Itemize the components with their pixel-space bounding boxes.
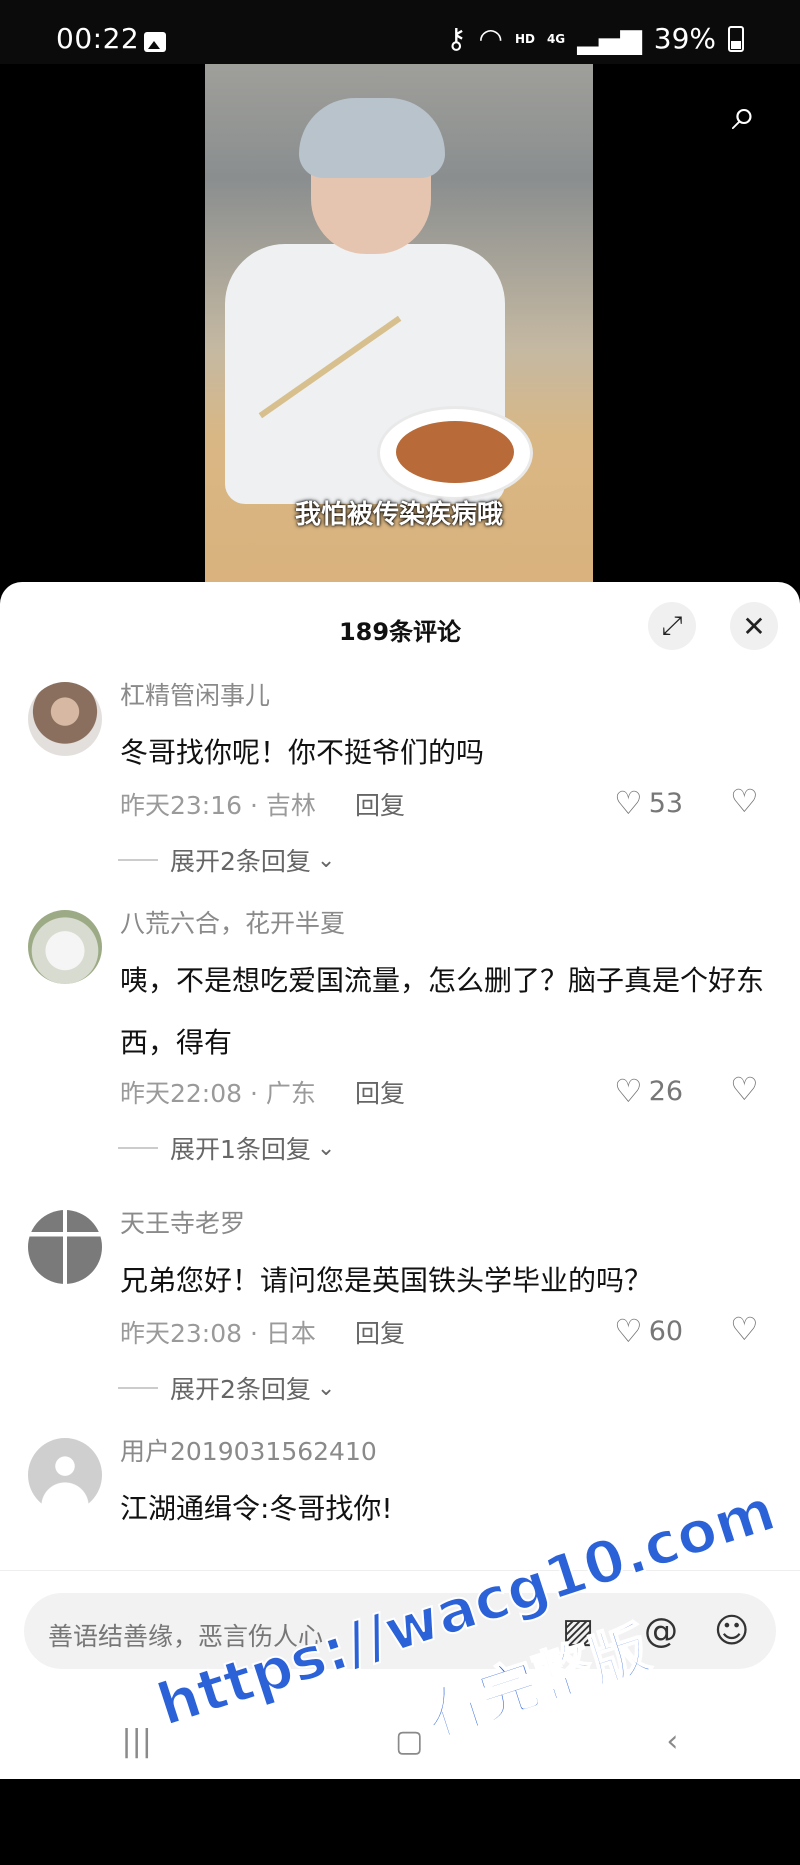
network-label: HD — [514, 31, 535, 46]
reply-button[interactable]: 回复 — [355, 786, 405, 822]
expand-replies-button[interactable]: 展开1条回复 ⌄ — [118, 1130, 335, 1166]
divider-line — [118, 1147, 158, 1149]
expand-icon[interactable]: ⤢ — [648, 602, 696, 650]
broken-heart-icon[interactable]: ♡ — [730, 782, 759, 820]
avatar[interactable] — [28, 1210, 102, 1284]
expand-replies-button[interactable]: 展开2条回复 ⌄ — [118, 842, 335, 878]
photo-icon — [144, 32, 166, 52]
expand-replies-button[interactable]: 展开2条回复 ⌄ — [118, 1370, 335, 1406]
comment-text: 冬哥找你呢！你不挺爷们的吗 — [120, 736, 485, 769]
comment-item[interactable]: 用户2019031562410 江湖通缉令:冬哥找你! — [0, 1430, 800, 1550]
comment-time-location: 昨天23:16 · 吉林 — [120, 791, 316, 820]
broken-heart-icon[interactable]: ♡ — [730, 1070, 759, 1108]
comment-input[interactable]: 善语结善缘，恶言伤人心 ▨ @ ☺ — [24, 1593, 776, 1669]
signal-label: 4G — [546, 31, 566, 46]
comment-username[interactable]: 杠精管闲事儿 — [120, 676, 270, 712]
status-time: 00:22 — [56, 22, 140, 55]
battery-icon — [728, 25, 744, 52]
comment-text: 兄弟您好！请问您是英国铁头学毕业的吗？ — [120, 1264, 653, 1297]
comment-username[interactable]: 用户2019031562410 — [120, 1432, 377, 1468]
video-frame[interactable]: 我怕被传染疾病哦 — [205, 64, 593, 584]
comment-input-placeholder: 善语结善缘，恶言伤人心 — [48, 1622, 324, 1651]
avatar[interactable] — [28, 910, 102, 984]
like-button[interactable]: ♡ 26 — [614, 1072, 683, 1110]
like-count: 26 — [648, 1075, 684, 1107]
noodle-bowl — [380, 409, 530, 497]
system-nav-bar: ||| ▢ ‹ — [0, 1711, 800, 1771]
chevron-down-icon: ⌄ — [316, 847, 336, 873]
video-player[interactable]: 我怕被传染疾病哦 ⌕ — [0, 64, 800, 584]
expand-replies-label: 展开2条回复 — [170, 1375, 311, 1404]
comment-username[interactable]: 天王寺老罗 — [120, 1204, 245, 1240]
comments-header: 189条评论 ⤢ ✕ — [0, 582, 800, 674]
at-icon[interactable]: @ — [644, 1611, 678, 1651]
video-caption: 我怕被传染疾病哦 — [294, 500, 503, 530]
image-icon[interactable]: ▨ — [562, 1611, 594, 1651]
reply-button[interactable]: 回复 — [355, 1314, 405, 1350]
key-icon: ⚷ — [445, 22, 467, 55]
status-right: ⚷ ◠ HD 4G ▂▄▆ 39% — [446, 22, 744, 55]
heart-icon: ♡ — [614, 784, 643, 822]
recent-apps-icon[interactable]: ||| — [122, 1724, 152, 1759]
signal-icon: ▂▄▆ — [577, 22, 642, 55]
comment-time-location: 昨天22:08 · 广东 — [120, 1079, 316, 1108]
comment-time-location: 昨天23:08 · 日本 — [120, 1319, 316, 1348]
expand-replies-label: 展开2条回复 — [170, 847, 311, 876]
like-count: 53 — [648, 787, 684, 819]
reply-button[interactable]: 回复 — [355, 1074, 405, 1110]
comment-item[interactable]: 八荒六合，花开半夏 咦，不是想吃爱国流量，怎么删了？脑子真是个好东西，得有 昨天… — [0, 902, 800, 1182]
divider-line — [118, 1387, 158, 1389]
avatar[interactable] — [28, 682, 102, 756]
home-icon[interactable]: ▢ — [395, 1724, 423, 1759]
heart-icon: ♡ — [614, 1312, 643, 1350]
divider-line — [118, 859, 158, 861]
like-count: 60 — [648, 1315, 684, 1347]
comment-item[interactable]: 天王寺老罗 兄弟您好！请问您是英国铁头学毕业的吗？ 昨天23:08 · 日本 回… — [0, 1202, 800, 1412]
avatar[interactable] — [28, 1438, 102, 1512]
search-icon[interactable]: ⌕ — [714, 84, 774, 144]
heart-icon: ♡ — [614, 1072, 643, 1110]
comment-text: 江湖通缉令:冬哥找你! — [120, 1492, 393, 1525]
comment-username[interactable]: 八荒六合，花开半夏 — [120, 904, 345, 940]
status-bar: 00:22 ⚷ ◠ HD 4G ▂▄▆ 39% — [0, 0, 800, 64]
like-button[interactable]: ♡ 53 — [614, 784, 683, 822]
broken-heart-icon[interactable]: ♡ — [730, 1310, 759, 1348]
like-button[interactable]: ♡ 60 — [614, 1312, 683, 1350]
comment-input-area: 善语结善缘，恶言伤人心 ▨ @ ☺ ||| ▢ ‹ — [0, 1570, 800, 1779]
battery-text: 39% — [653, 22, 716, 55]
emoji-icon[interactable]: ☺ — [714, 1611, 749, 1651]
close-icon[interactable]: ✕ — [730, 602, 778, 650]
wifi-icon: ◠ — [478, 22, 503, 55]
comment-item[interactable]: 杠精管闲事儿 冬哥找你呢！你不挺爷们的吗 昨天23:16 · 吉林 回复 ♡ 53… — [0, 674, 800, 884]
expand-replies-label: 展开1条回复 — [170, 1135, 311, 1164]
comment-text: 咦，不是想吃爱国流量，怎么删了？脑子真是个好东西，得有 — [120, 964, 765, 1059]
chevron-down-icon: ⌄ — [316, 1375, 336, 1401]
chevron-down-icon: ⌄ — [316, 1135, 336, 1161]
hair-shape — [299, 98, 445, 178]
back-icon[interactable]: ‹ — [666, 1724, 678, 1759]
